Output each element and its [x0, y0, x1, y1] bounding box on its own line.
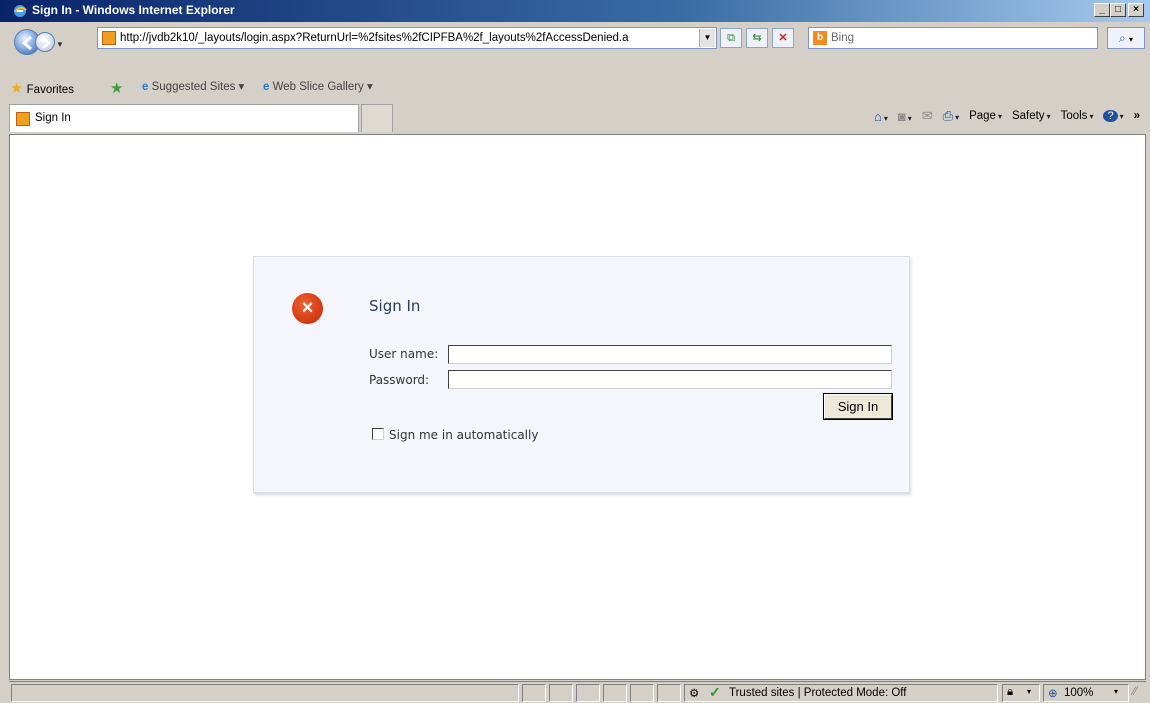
- rss-feed-icon: ◙: [897, 108, 906, 124]
- window-controls: _ □ ×: [1094, 3, 1144, 17]
- page-menu[interactable]: Page ▾: [969, 110, 1002, 122]
- stop-icon: ✕: [778, 32, 788, 44]
- zoom-control[interactable]: ⊕ 100% ▾: [1043, 684, 1129, 702]
- internet-explorer-icon: [14, 5, 27, 17]
- search-icon: ⌕: [1118, 31, 1126, 45]
- address-bar[interactable]: http://jvdb2k10/_layouts/login.aspx?Retu…: [97, 27, 717, 49]
- web-slice-gallery-link[interactable]: e Web Slice Gallery ▾: [263, 79, 373, 93]
- status-text-cell: [11, 684, 519, 702]
- tab-row: Sign In ⌂ ▾ ◙ ▾ ✉ ⎙ ▾ Page ▾ Safety ▾ Tools ▾ …: [0, 102, 1150, 134]
- close-window-button[interactable]: ×: [1128, 3, 1144, 17]
- new-tab-button[interactable]: [361, 104, 393, 132]
- zoom-dropdown-icon[interactable]: ▾: [1114, 687, 1118, 696]
- compatibility-view-button[interactable]: ⧉: [720, 28, 742, 48]
- username-label: User name:: [369, 347, 439, 361]
- search-options-icon[interactable]: ▾: [1129, 35, 1133, 44]
- add-to-favorites-button[interactable]: ★: [110, 79, 123, 97]
- safety-menu[interactable]: Safety ▾: [1012, 110, 1051, 122]
- sign-in-panel: × Sign In User name: Password: Sign In S…: [253, 256, 910, 493]
- minimize-button[interactable]: _: [1094, 3, 1110, 17]
- print-button[interactable]: ⎙ ▾: [943, 108, 959, 124]
- history-dropdown-icon[interactable]: ▼: [56, 40, 64, 49]
- print-icon: ⎙: [942, 108, 954, 123]
- web-slice-label: Web Slice Gallery ▾: [272, 81, 373, 93]
- search-button[interactable]: ⌕ ▾: [1107, 27, 1145, 49]
- bing-logo-icon: b: [813, 31, 827, 45]
- tab-favicon-icon: [16, 112, 30, 126]
- home-button[interactable]: ⌂ ▾: [874, 109, 888, 124]
- favorites-button[interactable]: ★ Favorites: [10, 79, 74, 97]
- address-dropdown-icon[interactable]: ▼: [699, 29, 715, 47]
- protected-mode-button[interactable]: 🔒︎ ▾: [1002, 684, 1040, 702]
- tools-menu-label: Tools: [1060, 110, 1088, 122]
- page-content: × Sign In User name: Password: Sign In S…: [9, 134, 1146, 680]
- help-button[interactable]: ? ▾: [1103, 110, 1124, 122]
- mail-icon: ✉: [921, 108, 933, 123]
- suggested-sites-label: Suggested Sites ▾: [151, 81, 245, 93]
- username-field[interactable]: [448, 345, 892, 364]
- feeds-button[interactable]: ◙ ▾: [898, 109, 912, 124]
- status-cell: [549, 684, 573, 702]
- stop-button[interactable]: ✕: [772, 28, 794, 48]
- password-field[interactable]: [448, 370, 892, 389]
- status-cell: [657, 684, 681, 702]
- page-title: Sign In: [369, 297, 421, 315]
- tab-label: Sign In: [35, 112, 71, 124]
- more-commands-button[interactable]: »: [1134, 110, 1140, 122]
- remember-me-label: Sign me in automatically: [389, 428, 539, 442]
- command-bar: ⌂ ▾ ◙ ▾ ✉ ⎙ ▾ Page ▾ Safety ▾ Tools ▾ ? ▾ »: [874, 108, 1140, 124]
- favorites-star-icon: ★: [10, 80, 24, 97]
- popup-blocker-icon: ⚙: [689, 688, 700, 700]
- help-icon: ?: [1103, 110, 1118, 122]
- search-placeholder[interactable]: Bing: [831, 32, 854, 44]
- zoom-level: 100%: [1064, 687, 1094, 699]
- refresh-button[interactable]: ⇆: [746, 28, 768, 48]
- favorites-label: Favorites: [26, 84, 74, 96]
- status-cell: [576, 684, 600, 702]
- title-bar: Sign In - Windows Internet Explorer _ □ …: [0, 0, 1150, 22]
- security-zone-text: Trusted sites | Protected Mode: Off: [729, 687, 907, 699]
- address-row: ▼ http://jvdb2k10/_layouts/login.aspx?Re…: [8, 27, 1145, 62]
- web-slice-icon: e: [263, 81, 270, 93]
- status-bar: ⚙ ✓ Trusted sites | Protected Mode: Off …: [9, 681, 1146, 703]
- status-cell: [522, 684, 546, 702]
- tools-menu[interactable]: Tools ▾: [1061, 110, 1094, 122]
- refresh-icon: ⇆: [752, 32, 762, 44]
- status-cell: [630, 684, 654, 702]
- trusted-sites-check-icon: ✓: [709, 684, 721, 700]
- mail-button[interactable]: ✉: [922, 108, 933, 124]
- password-label: Password:: [369, 373, 430, 387]
- maximize-button[interactable]: □: [1110, 3, 1126, 17]
- compatibility-icon: ⧉: [727, 32, 735, 44]
- url-text[interactable]: http://jvdb2k10/_layouts/login.aspx?Retu…: [120, 32, 694, 44]
- favorites-bar: ★ Favorites ★ e Suggested Sites ▾ e Web …: [0, 74, 1150, 98]
- zoom-icon: ⊕: [1048, 688, 1058, 700]
- status-cell: [603, 684, 627, 702]
- forward-button[interactable]: [35, 32, 55, 52]
- suggested-sites-link[interactable]: e Suggested Sites ▾: [142, 79, 244, 93]
- page-menu-label: Page: [969, 110, 996, 122]
- home-icon: ⌂: [874, 108, 882, 124]
- sign-in-button[interactable]: Sign In: [823, 393, 893, 420]
- add-favorite-icon: ★: [110, 80, 124, 97]
- error-icon: ×: [292, 293, 323, 324]
- forward-arrow-icon: [42, 37, 51, 49]
- lock-icon: 🔒︎: [1007, 686, 1014, 698]
- resize-grip-icon[interactable]: ⁄⁄: [1133, 686, 1137, 698]
- safety-menu-label: Safety: [1011, 110, 1045, 122]
- remember-me-checkbox[interactable]: [372, 428, 384, 440]
- security-zone-cell[interactable]: ⚙ ✓ Trusted sites | Protected Mode: Off: [684, 684, 998, 702]
- window-title: Sign In - Windows Internet Explorer: [32, 3, 235, 17]
- sharepoint-favicon-icon: [102, 31, 116, 45]
- search-box[interactable]: b Bing: [808, 27, 1098, 49]
- ie-page-icon: e: [142, 81, 149, 93]
- tab-sign-in[interactable]: Sign In: [9, 104, 359, 132]
